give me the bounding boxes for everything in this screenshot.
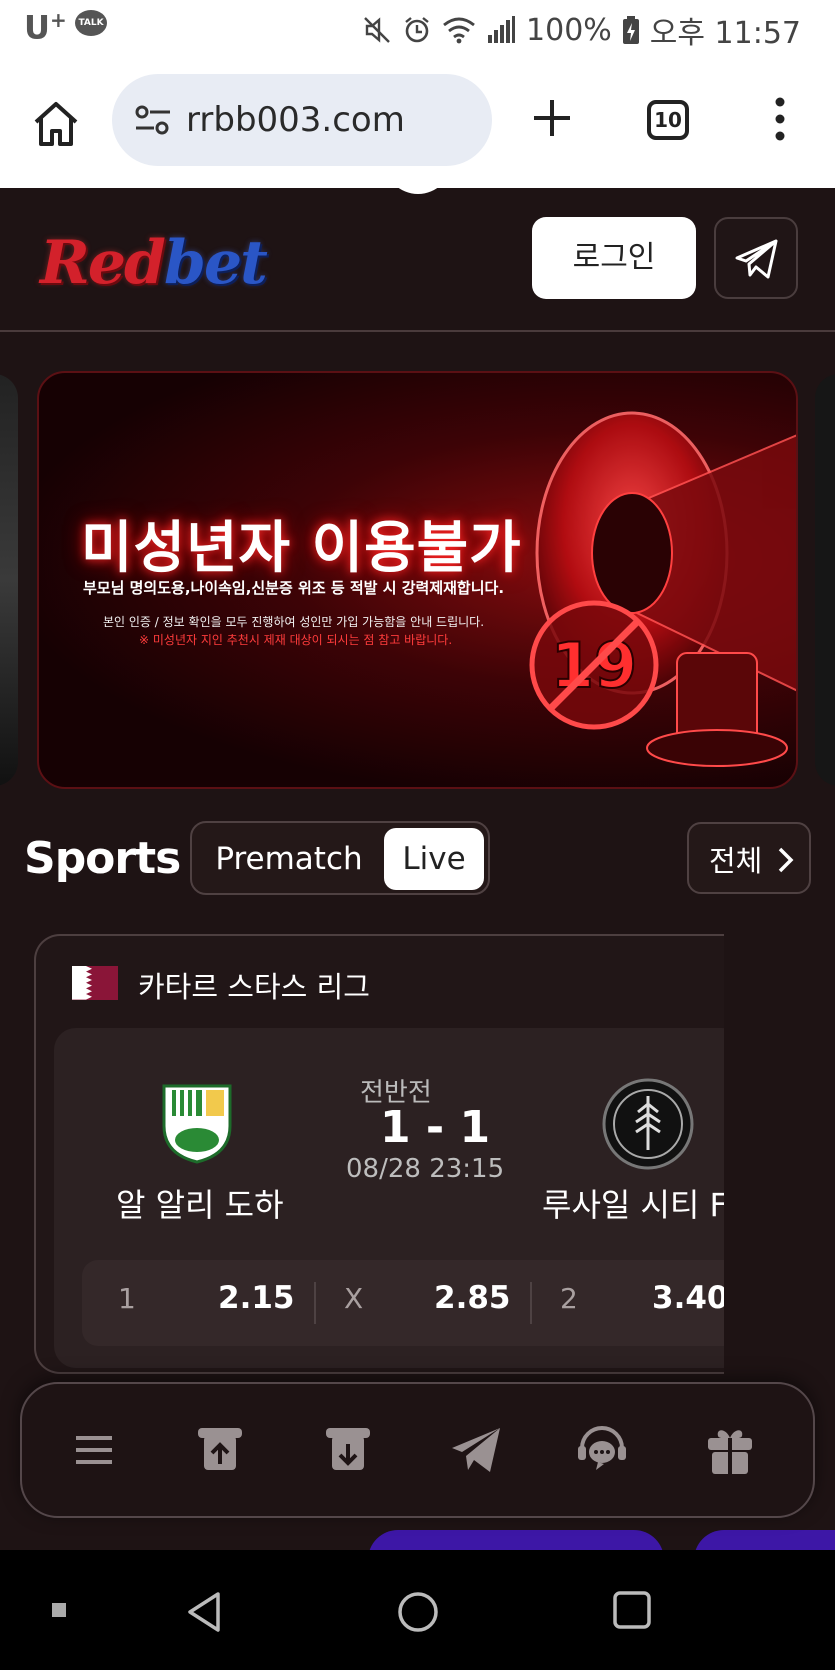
- odd-value-draw[interactable]: 2.85: [434, 1280, 511, 1316]
- odds-divider: [530, 1282, 532, 1324]
- qatar-flag-icon: [72, 966, 118, 1000]
- odds-row: 1 2.15 X 2.85 2 3.40: [82, 1260, 724, 1346]
- view-all-label: 전체: [709, 844, 763, 878]
- al-ahli-doha-crest-icon: [162, 1084, 232, 1164]
- status-bar: U+ TALK 100% 오후 11:57: [0, 0, 835, 58]
- system-navigation-bar: [0, 1550, 835, 1670]
- home-icon[interactable]: [30, 98, 82, 150]
- age-19-badge-icon: 19: [529, 600, 659, 730]
- tab-prematch[interactable]: Prematch: [198, 828, 380, 890]
- nav-gift[interactable]: [700, 1420, 760, 1480]
- signal-icon: [488, 16, 516, 43]
- support-chat-icon: [578, 1426, 626, 1470]
- alarm-icon: [405, 17, 429, 43]
- banner-subtitle: 부모님 명의도용,나이속임,신분증 위조 등 적발 시 강력제재합니다.: [83, 579, 505, 597]
- odd-value-away[interactable]: 3.40: [652, 1280, 724, 1316]
- carrier-label: U+: [24, 8, 67, 47]
- more-menu-icon[interactable]: [770, 96, 790, 142]
- deposit-icon: [198, 1428, 242, 1470]
- wifi-icon: [443, 17, 475, 44]
- odd-label-draw: X: [344, 1282, 364, 1315]
- clock: 오후 11:57: [649, 16, 801, 51]
- site-header: Redbet 로그인: [0, 188, 835, 332]
- menu-icon: [76, 1436, 112, 1464]
- status-icons: 100% 오후 11:57: [362, 8, 801, 52]
- match-kickoff-time: 08/28 23:15: [346, 1154, 505, 1184]
- battery-icon: [622, 16, 639, 44]
- banner-note: 본인 인증 / 정보 확인을 모두 진행하여 성인만 가입 가능함을 안내 드립…: [103, 615, 485, 629]
- odd-label-away: 2: [560, 1282, 578, 1315]
- tab-switcher-button[interactable]: 10: [647, 100, 689, 140]
- sports-section-title: Sports: [24, 833, 181, 884]
- redbet-logo[interactable]: Redbet: [40, 228, 268, 298]
- nav-menu[interactable]: [64, 1420, 124, 1480]
- odds-divider: [314, 1282, 316, 1324]
- view-all-button[interactable]: 전체: [687, 822, 811, 894]
- match-detail: 전반전 1 - 1 08/28 23:15 알 알리 도하 루사일 시티 F 1…: [54, 1028, 724, 1368]
- promo-button-partial[interactable]: [368, 1530, 664, 1550]
- withdraw-icon: [326, 1428, 370, 1470]
- home-nav-icon[interactable]: [396, 1590, 440, 1634]
- telegram-icon: [735, 239, 778, 279]
- site-settings-icon[interactable]: [134, 104, 172, 136]
- nav-withdraw[interactable]: [318, 1420, 378, 1480]
- bottom-navigation: [20, 1382, 815, 1518]
- home-team-name: 알 알리 도하: [116, 1186, 284, 1224]
- match-score: 1 - 1: [380, 1102, 491, 1153]
- new-tab-icon[interactable]: [530, 96, 574, 140]
- telegram-icon: [452, 1428, 500, 1472]
- banner-title: 미성년자 이용불가: [81, 516, 522, 581]
- browser-toolbar: rrbb003.com 10: [0, 58, 835, 188]
- dot-indicator-icon: [52, 1603, 66, 1617]
- lusail-city-crest-icon: [602, 1078, 694, 1170]
- tab-live[interactable]: Live: [384, 828, 484, 890]
- battery-percent: 100%: [526, 12, 612, 48]
- odd-value-home[interactable]: 2.15: [218, 1280, 295, 1316]
- nav-deposit[interactable]: [190, 1420, 250, 1480]
- address-bar[interactable]: rrbb003.com: [112, 74, 492, 166]
- gift-icon: [708, 1430, 752, 1474]
- match-card[interactable]: 카타르 스타스 리그 전반전 1 - 1 08/28 23:15 알 알리 도하…: [34, 934, 724, 1374]
- mute-icon: [364, 17, 390, 43]
- odd-label-home: 1: [118, 1282, 136, 1315]
- carousel-next-slide[interactable]: [815, 374, 835, 786]
- telegram-button[interactable]: [714, 217, 798, 299]
- chevron-right-icon: [778, 847, 794, 873]
- promo-button-partial[interactable]: [694, 1530, 835, 1550]
- kakaotalk-icon: TALK: [75, 10, 107, 36]
- carousel-prev-slide[interactable]: [0, 374, 18, 786]
- sports-tab-group: Prematch Live: [190, 821, 490, 895]
- back-icon[interactable]: [184, 1590, 224, 1634]
- login-button[interactable]: 로그인: [532, 217, 696, 299]
- recents-icon[interactable]: [612, 1590, 652, 1630]
- nav-telegram[interactable]: [446, 1420, 506, 1480]
- age-restriction-banner[interactable]: 미성년자 이용불가 부모님 명의도용,나이속임,신분증 위조 등 적발 시 강력…: [37, 371, 798, 789]
- banner-warning: ※ 미성년자 지인 추천시 제재 대상이 되시는 점 참고 바랍니다.: [139, 633, 453, 647]
- url-text: rrbb003.com: [186, 100, 405, 140]
- league-name: 카타르 스타스 리그: [138, 970, 370, 1004]
- nav-support[interactable]: [572, 1420, 632, 1480]
- away-team-name: 루사일 시티 F: [542, 1186, 724, 1224]
- web-page: Redbet 로그인 미성년자 이용불가 부모님 명의도용,나이속임,신분증 위…: [0, 188, 835, 1550]
